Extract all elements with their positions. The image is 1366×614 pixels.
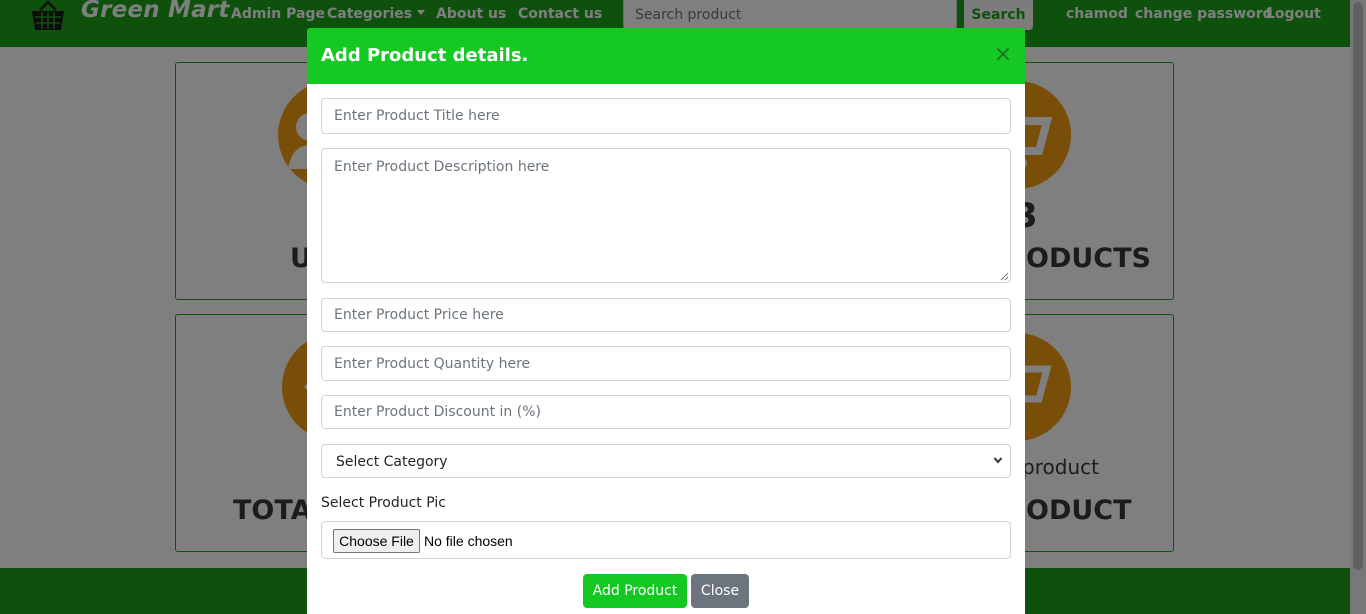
product-discount-input[interactable]: [321, 395, 1011, 429]
modal-header: Add Product details. ×: [307, 28, 1025, 84]
chevron-down-icon: [993, 457, 1003, 464]
choose-file-button[interactable]: Choose File: [333, 529, 420, 553]
product-description-textarea[interactable]: [321, 148, 1011, 283]
file-status-text: No file chosen: [424, 533, 513, 549]
product-price-input[interactable]: [321, 298, 1011, 332]
product-quantity-input[interactable]: [321, 346, 1011, 381]
modal-title: Add Product details.: [321, 45, 529, 66]
product-title-input[interactable]: [321, 98, 1011, 134]
add-product-button[interactable]: Add Product: [583, 574, 687, 608]
category-select[interactable]: Select Category: [321, 444, 1011, 478]
add-product-modal: Add Product details. × Select Category S…: [307, 28, 1025, 614]
product-pic-file-input[interactable]: Choose File No file chosen: [321, 521, 1011, 559]
resize-grip-icon[interactable]: [1000, 272, 1009, 281]
product-pic-label: Select Product Pic: [321, 495, 446, 511]
category-select-value: Select Category: [336, 454, 448, 470]
close-icon[interactable]: ×: [993, 43, 1013, 67]
close-button[interactable]: Close: [691, 574, 749, 608]
